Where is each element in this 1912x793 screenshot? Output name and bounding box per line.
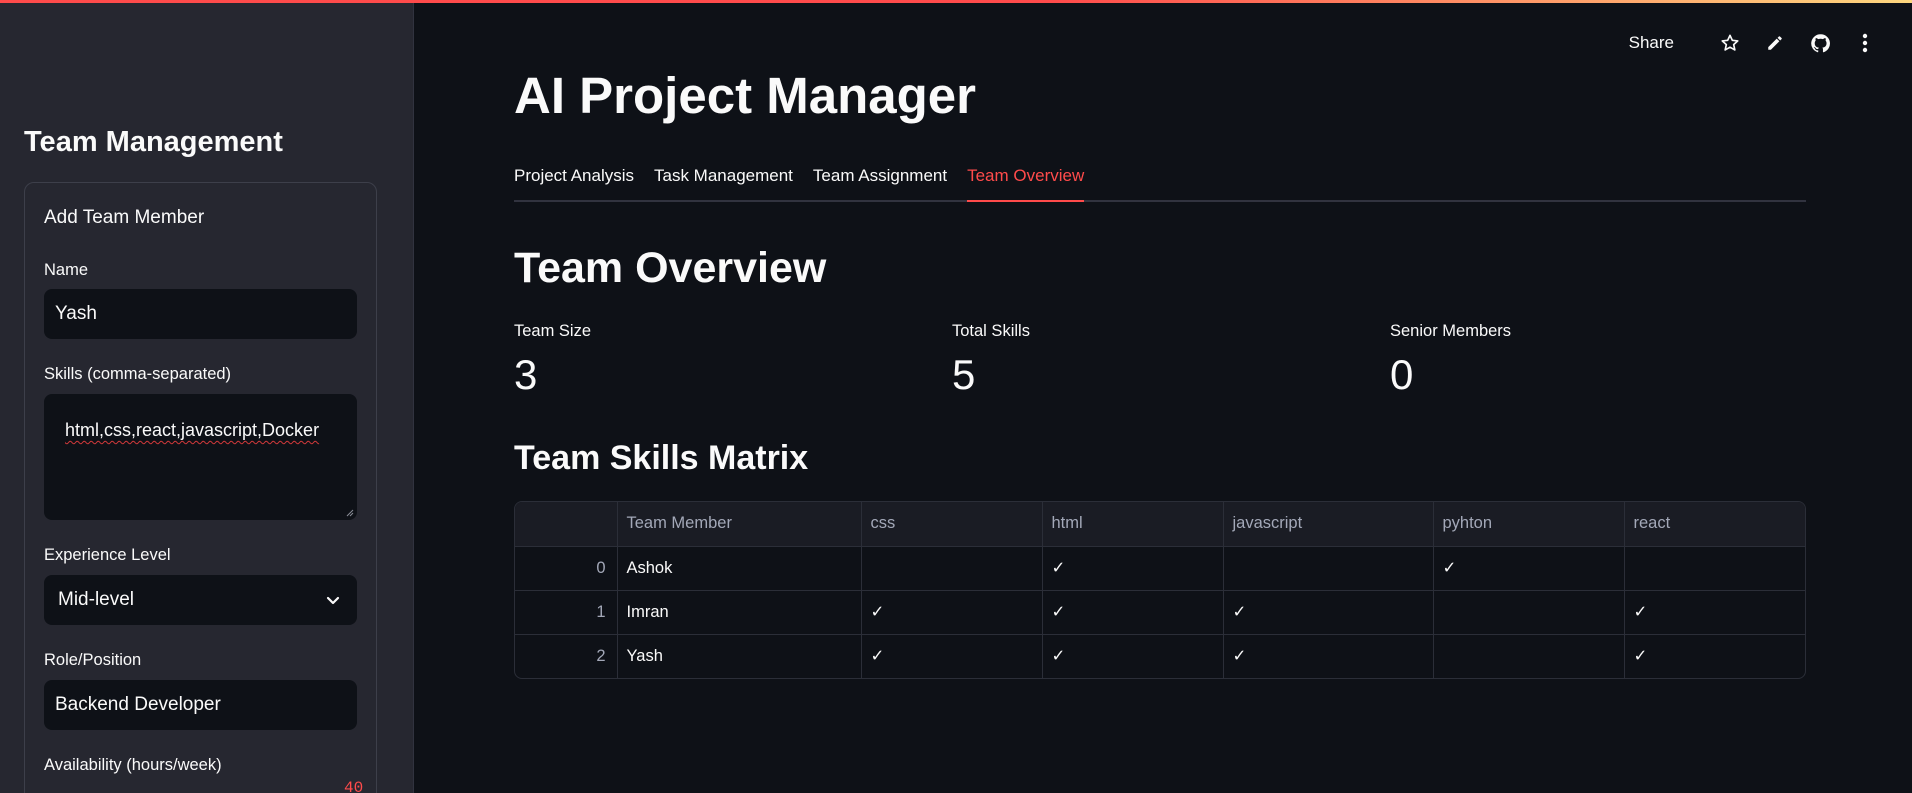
table-cell[interactable]: ✓ <box>1042 546 1224 591</box>
table-cell[interactable]: 2 <box>515 634 618 678</box>
role-input[interactable]: Backend Developer <box>44 680 357 730</box>
resize-grip-icon[interactable] <box>346 509 354 517</box>
tab-task-management[interactable]: Task Management <box>654 162 793 202</box>
tab-team-assignment[interactable]: Team Assignment <box>813 162 947 202</box>
table-row: 2 Yash ✓ ✓ ✓ ✓ <box>515 634 1805 678</box>
table-cell[interactable]: Yash <box>617 634 862 678</box>
availability-slider-value: 40 <box>344 779 364 793</box>
metric-value: 0 <box>1390 351 1414 398</box>
table-header-row: Team Member css html javascript pyhton r… <box>515 502 1805 547</box>
header-toolbar: Share <box>1629 32 1876 54</box>
table-cell[interactable]: 1 <box>515 590 618 635</box>
table-cell[interactable]: ✓ <box>861 590 1043 635</box>
skills-textarea[interactable]: html,css,react,javascript,Docker <box>44 394 357 520</box>
role-value: Backend Developer <box>55 694 221 715</box>
table-row: 0 Ashok ✓ ✓ <box>515 546 1805 591</box>
top-decoration-bar <box>0 0 1912 3</box>
table-cell[interactable] <box>1624 546 1805 591</box>
column-header-html[interactable]: html <box>1042 502 1224 547</box>
column-header-javascript[interactable]: javascript <box>1223 502 1434 547</box>
sidebar: Team Management Add Team Member Name Yas… <box>0 0 414 793</box>
table-cell[interactable] <box>1223 546 1434 591</box>
experience-select[interactable]: Mid-level <box>44 575 357 625</box>
section-title: Team Overview <box>514 244 827 292</box>
star-icon[interactable] <box>1719 32 1741 54</box>
table-row: 1 Imran ✓ ✓ ✓ ✓ <box>515 590 1805 635</box>
table-cell[interactable]: ✓ <box>1624 590 1805 635</box>
metric-total-skills: Total Skills 5 <box>952 322 1372 399</box>
column-header-pyhton[interactable]: pyhton <box>1433 502 1625 547</box>
table-cell[interactable] <box>1433 590 1625 635</box>
share-button[interactable]: Share <box>1629 33 1674 53</box>
table-cell[interactable] <box>861 546 1043 591</box>
page-title: AI Project Manager <box>514 67 976 124</box>
table-cell[interactable]: ✓ <box>1624 634 1805 678</box>
tab-project-analysis[interactable]: Project Analysis <box>514 162 634 202</box>
metric-label: Team Size <box>514 322 592 340</box>
edit-pencil-icon[interactable] <box>1764 32 1786 54</box>
add-member-form: Add Team Member Name Yash Skills (comma-… <box>24 182 377 793</box>
metric-team-size: Team Size 3 <box>514 322 934 399</box>
column-header-css[interactable]: css <box>861 502 1043 547</box>
metric-value: 3 <box>514 351 538 398</box>
tab-bar: Project Analysis Task Management Team As… <box>514 162 1806 202</box>
table-cell[interactable]: Imran <box>617 590 862 635</box>
experience-value: Mid-level <box>58 589 135 610</box>
column-header-team-member[interactable]: Team Member <box>617 502 862 547</box>
table-cell[interactable]: ✓ <box>1223 590 1434 635</box>
more-menu-icon[interactable] <box>1854 32 1876 54</box>
skills-label: Skills (comma-separated) <box>44 365 232 383</box>
name-label: Name <box>44 261 89 279</box>
chevron-down-icon <box>326 596 340 605</box>
metric-label: Total Skills <box>952 322 1030 340</box>
sidebar-title: Team Management <box>24 126 283 158</box>
skills-value: html,css,react,javascript,Docker <box>65 420 320 440</box>
table-cell[interactable]: ✓ <box>1042 590 1224 635</box>
name-input[interactable]: Yash <box>44 289 357 339</box>
table-cell[interactable]: Ashok <box>617 546 862 591</box>
skills-matrix-table[interactable]: Team Member css html javascript pyhton r… <box>514 501 1806 679</box>
table-cell[interactable]: ✓ <box>861 634 1043 678</box>
name-value: Yash <box>55 303 97 324</box>
github-icon[interactable] <box>1809 32 1831 54</box>
metric-value: 5 <box>952 351 976 398</box>
availability-label: Availability (hours/week) <box>44 756 222 774</box>
table-cell[interactable]: ✓ <box>1223 634 1434 678</box>
table-cell[interactable]: ✓ <box>1433 546 1625 591</box>
table-cell[interactable]: ✓ <box>1042 634 1224 678</box>
metric-senior-members: Senior Members 0 <box>1390 322 1810 399</box>
experience-label: Experience Level <box>44 546 171 564</box>
tab-team-overview[interactable]: Team Overview <box>967 162 1085 202</box>
table-cell[interactable] <box>1433 634 1625 678</box>
skills-matrix-title: Team Skills Matrix <box>514 439 809 477</box>
table-cell[interactable]: 0 <box>515 546 618 591</box>
column-header-react[interactable]: react <box>1624 502 1805 547</box>
column-header-index[interactable] <box>515 502 618 547</box>
metric-label: Senior Members <box>1390 322 1512 340</box>
role-label: Role/Position <box>44 651 142 669</box>
form-title: Add Team Member <box>44 207 205 228</box>
